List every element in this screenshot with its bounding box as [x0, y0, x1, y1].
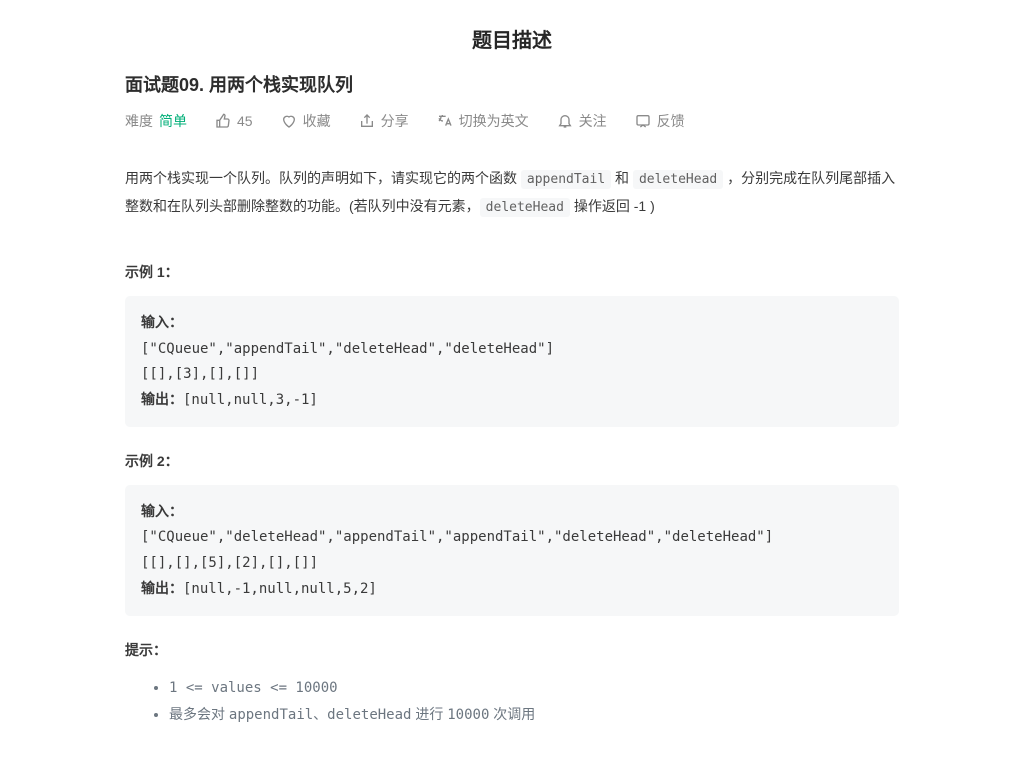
example-line: [[],[],[5],[2],[],[]] — [141, 555, 318, 571]
hint-text: 进行 — [411, 706, 447, 722]
share-icon — [359, 113, 375, 129]
hints-list: 1 <= values <= 10000 最多会对 appendTail、del… — [125, 674, 899, 729]
feedback-label: 反馈 — [657, 111, 685, 131]
input-label: 输入： — [141, 314, 183, 330]
content-area: 面试题09. 用两个栈实现队列 难度 简单 45 收藏 分享 切换为英文 关注 … — [0, 71, 1024, 729]
difficulty-value: 简单 — [159, 111, 187, 131]
difficulty-label: 难度 — [125, 111, 153, 131]
example-line: [null,-1,null,null,5,2] — [183, 581, 377, 597]
favorite-button[interactable]: 收藏 — [281, 111, 331, 131]
hint-item: 1 <= values <= 10000 — [169, 674, 899, 702]
favorite-label: 收藏 — [303, 111, 331, 131]
code-appendtail: appendTail — [521, 170, 611, 189]
switch-lang-button[interactable]: 切换为英文 — [437, 111, 529, 131]
problem-description: 用两个栈实现一个队列。队列的声明如下，请实现它的两个函数 appendTail … — [125, 165, 899, 220]
hint-code: 10000 — [447, 707, 489, 723]
hint-text: 最多会对 — [169, 706, 229, 722]
likes-count: 45 — [237, 113, 253, 129]
desc-text: 操作返回 -1 ) — [570, 198, 655, 214]
example-line: [null,null,3,-1] — [183, 392, 318, 408]
hints-label: 提示： — [125, 640, 899, 660]
difficulty: 难度 简单 — [125, 111, 187, 131]
hint-code: appendTail、deleteHead — [229, 707, 412, 723]
output-label: 输出： — [141, 580, 183, 596]
translate-icon — [437, 113, 453, 129]
switch-lang-label: 切换为英文 — [459, 111, 529, 131]
problem-title: 面试题09. 用两个栈实现队列 — [125, 71, 899, 97]
code-deletehead: deleteHead — [633, 170, 723, 189]
share-label: 分享 — [381, 111, 409, 131]
example-line: ["CQueue","appendTail","deleteHead","del… — [141, 341, 554, 357]
thumbs-up-icon — [215, 113, 231, 129]
bell-icon — [557, 113, 573, 129]
share-button[interactable]: 分享 — [359, 111, 409, 131]
likes-button[interactable]: 45 — [215, 113, 253, 129]
input-label: 输入： — [141, 503, 183, 519]
follow-button[interactable]: 关注 — [557, 111, 607, 131]
desc-text: 用两个栈实现一个队列。队列的声明如下，请实现它的两个函数 — [125, 170, 521, 186]
example2-label: 示例 2： — [125, 451, 899, 471]
desc-text: 和 — [611, 170, 633, 186]
meta-row: 难度 简单 45 收藏 分享 切换为英文 关注 反馈 — [125, 111, 899, 131]
page-heading: 题目描述 — [0, 0, 1024, 71]
example1-block: 输入： ["CQueue","appendTail","deleteHead",… — [125, 296, 899, 427]
feedback-icon — [635, 113, 651, 129]
heart-icon — [281, 113, 297, 129]
output-label: 输出： — [141, 391, 183, 407]
hint-item: 最多会对 appendTail、deleteHead 进行 10000 次调用 — [169, 701, 899, 729]
code-deletehead: deleteHead — [480, 198, 570, 217]
example-line: ["CQueue","deleteHead","appendTail","app… — [141, 529, 773, 545]
follow-label: 关注 — [579, 111, 607, 131]
hint-code: 1 <= values <= 10000 — [169, 680, 338, 696]
feedback-button[interactable]: 反馈 — [635, 111, 685, 131]
example1-label: 示例 1： — [125, 262, 899, 282]
example2-block: 输入： ["CQueue","deleteHead","appendTail",… — [125, 485, 899, 616]
hint-text: 次调用 — [489, 706, 535, 722]
example-line: [[],[3],[],[]] — [141, 366, 259, 382]
